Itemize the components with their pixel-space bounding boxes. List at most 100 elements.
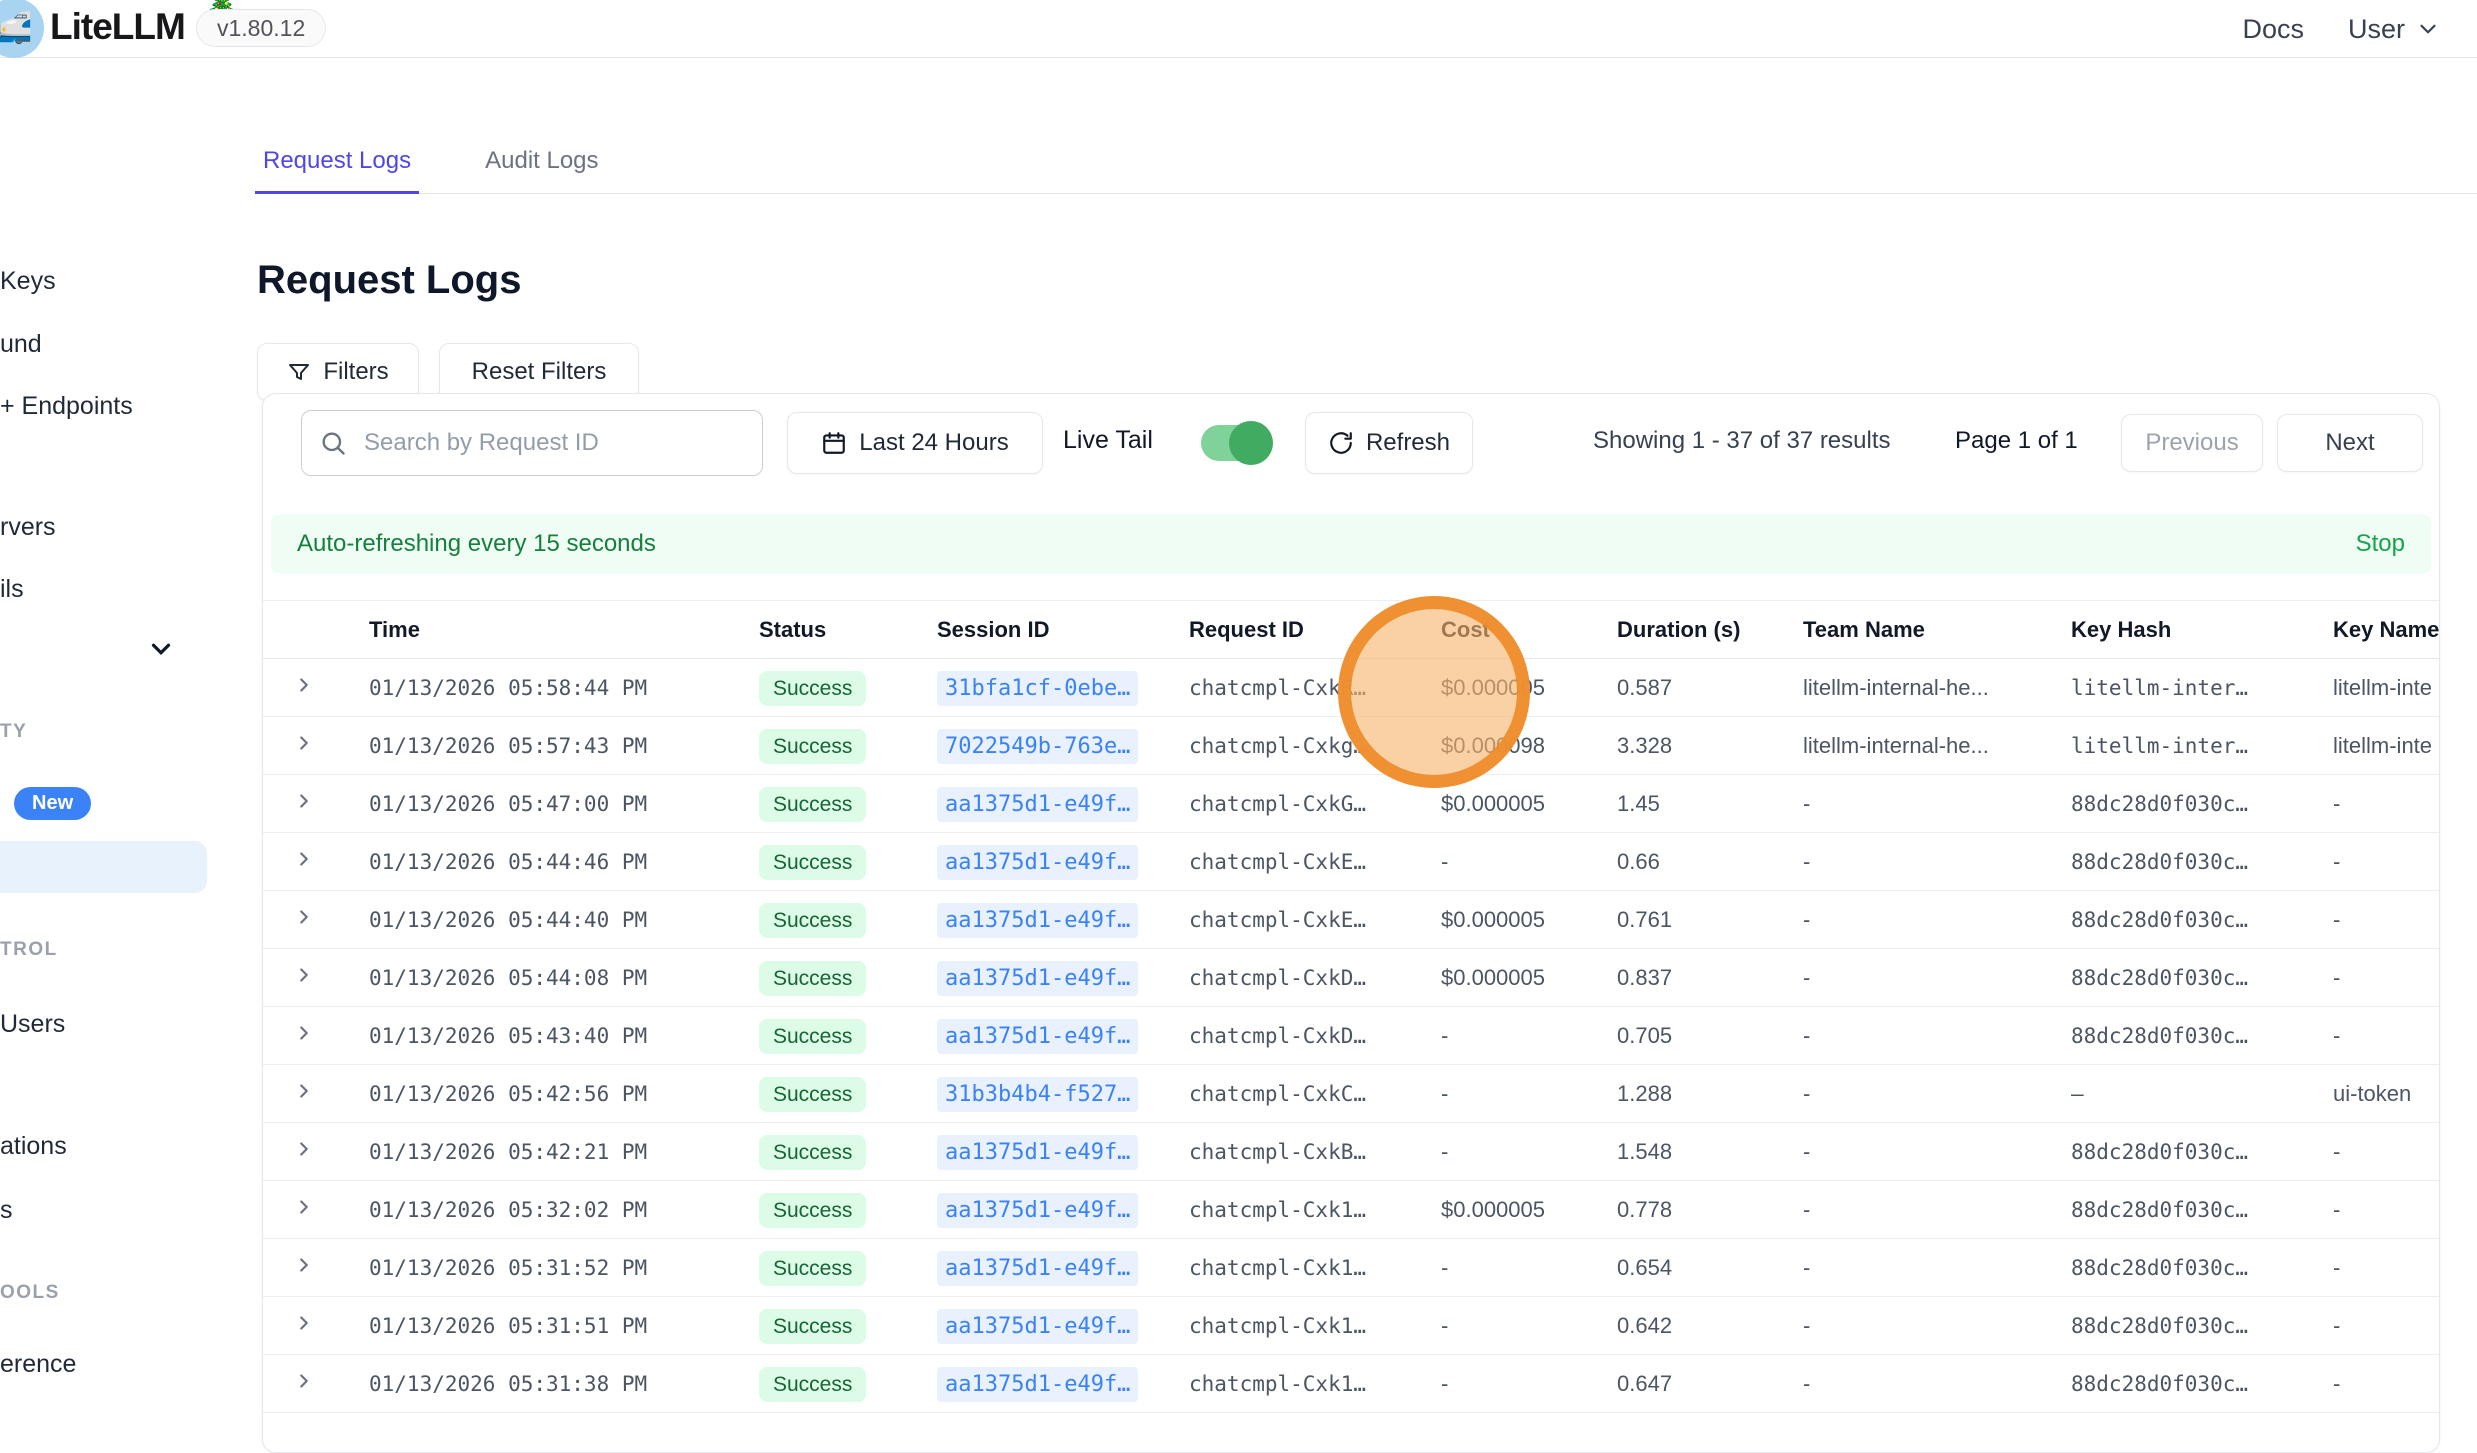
sidebar-item-internal-users[interactable]: Users [0, 1010, 65, 1039]
expand-row-icon[interactable] [293, 964, 315, 992]
cost-cell: - [1425, 833, 1601, 891]
session-id-link[interactable]: aa1375d1-e49f… [937, 1135, 1138, 1170]
docs-link[interactable]: Docs [2242, 14, 2304, 45]
live-tail-toggle[interactable] [1201, 425, 1269, 461]
session-id-link[interactable]: aa1375d1-e49f… [937, 1251, 1138, 1286]
table-row[interactable]: 01/13/2026 05:44:08 PM Success aa1375d1-… [263, 949, 2439, 1007]
request-id-cell: chatcmpl-CxkE… [1173, 891, 1425, 949]
time-cell: 01/13/2026 05:31:38 PM [353, 1355, 743, 1413]
key-name-cell: - [2317, 1239, 2439, 1297]
sidebar-section-tools: OOLS [0, 1282, 60, 1304]
sidebar-item-guardrails[interactable]: ils [0, 575, 24, 604]
expand-row-icon[interactable] [293, 1138, 315, 1166]
expand-row-icon[interactable] [293, 1196, 315, 1224]
expand-row-icon[interactable] [293, 732, 315, 760]
session-id-link[interactable]: aa1375d1-e49f… [937, 903, 1138, 938]
key-name-cell: - [2317, 949, 2439, 1007]
results-summary: Showing 1 - 37 of 37 results [1593, 427, 1891, 455]
table-row[interactable]: 01/13/2026 05:31:51 PM Success aa1375d1-… [263, 1297, 2439, 1355]
request-id-cell: chatcmpl-CxkE… [1173, 833, 1425, 891]
table-row[interactable]: 01/13/2026 05:31:38 PM Success aa1375d1-… [263, 1355, 2439, 1413]
expand-row-icon[interactable] [293, 1080, 315, 1108]
key-name-cell: litellm-inte [2317, 717, 2439, 775]
team-name-cell: - [1787, 1065, 2055, 1123]
tab-request-logs[interactable]: Request Logs [255, 135, 419, 194]
time-range-button[interactable]: Last 24 Hours [787, 412, 1043, 474]
table-row[interactable]: 01/13/2026 05:47:00 PM Success aa1375d1-… [263, 775, 2439, 833]
session-id-link[interactable]: 7022549b-763e… [937, 729, 1138, 764]
table-row[interactable]: 01/13/2026 05:42:56 PM Success 31b3b4b4-… [263, 1065, 2439, 1123]
session-id-link[interactable]: aa1375d1-e49f… [937, 1019, 1138, 1054]
sidebar-item-logs-active[interactable] [0, 841, 207, 893]
duration-cell: 1.45 [1601, 775, 1787, 833]
expand-row-icon[interactable] [293, 674, 315, 702]
table-row[interactable]: 01/13/2026 05:58:44 PM Success 31bfa1cf-… [263, 659, 2439, 717]
cost-cell: - [1425, 1355, 1601, 1413]
request-id-cell: chatcmpl-Cxk1… [1173, 1297, 1425, 1355]
expand-row-icon[interactable] [293, 906, 315, 934]
session-id-link[interactable]: aa1375d1-e49f… [937, 1309, 1138, 1344]
duration-cell: 0.761 [1601, 891, 1787, 949]
auto-refresh-message: Auto-refreshing every 15 seconds [297, 530, 656, 558]
time-range-label: Last 24 Hours [859, 429, 1008, 457]
search-input[interactable] [301, 410, 763, 476]
expand-row-icon[interactable] [293, 1022, 315, 1050]
app-header: 🚅 LiteLLM 🎄 v1.80.12 Docs User [0, 0, 2477, 58]
table-row[interactable]: 01/13/2026 05:44:40 PM Success aa1375d1-… [263, 891, 2439, 949]
previous-page-button[interactable]: Previous [2121, 414, 2263, 472]
time-cell: 01/13/2026 05:31:51 PM [353, 1297, 743, 1355]
key-hash-cell: 88dc28d0f030c… [2055, 1239, 2317, 1297]
sidebar-item-playground[interactable]: und [0, 330, 42, 359]
expand-row-icon[interactable] [293, 848, 315, 876]
table-row[interactable]: 01/13/2026 05:43:40 PM Success aa1375d1-… [263, 1007, 2439, 1065]
sidebar: Keys und + Endpoints rvers ils TY New TR… [0, 58, 210, 1385]
session-id-link[interactable]: aa1375d1-e49f… [937, 1193, 1138, 1228]
session-id-link[interactable]: 31b3b4b4-f527… [937, 1077, 1138, 1112]
col-time: Time [353, 601, 743, 659]
stop-auto-refresh-button[interactable]: Stop [2356, 530, 2405, 558]
sidebar-item-organizations[interactable]: ations [0, 1132, 67, 1161]
expand-row-icon[interactable] [293, 1254, 315, 1282]
session-id-link[interactable]: 31bfa1cf-0ebe… [937, 671, 1138, 706]
col-duration: Duration (s) [1601, 601, 1787, 659]
session-id-link[interactable]: aa1375d1-e49f… [937, 1367, 1138, 1402]
team-name-cell: - [1787, 1181, 2055, 1239]
request-id-cell: chatcmpl-Cxk1… [1173, 1181, 1425, 1239]
sidebar-item-teams[interactable]: s [0, 1196, 13, 1225]
status-badge: Success [759, 903, 866, 938]
sidebar-chevron-down-icon[interactable] [146, 634, 176, 664]
status-badge: Success [759, 671, 866, 706]
duration-cell: 0.837 [1601, 949, 1787, 1007]
request-id-cell: chatcmpl-CxkD… [1173, 1007, 1425, 1065]
status-badge: Success [759, 1309, 866, 1344]
expand-row-icon[interactable] [293, 1370, 315, 1398]
sidebar-item-mcp-servers[interactable]: rvers [0, 513, 56, 542]
key-hash-cell: – [2055, 1065, 2317, 1123]
cost-cell: - [1425, 1065, 1601, 1123]
table-row[interactable]: 01/13/2026 05:44:46 PM Success aa1375d1-… [263, 833, 2439, 891]
next-page-button[interactable]: Next [2277, 414, 2423, 472]
table-row[interactable]: 01/13/2026 05:31:52 PM Success aa1375d1-… [263, 1239, 2439, 1297]
table-row[interactable]: 01/13/2026 05:57:43 PM Success 7022549b-… [263, 717, 2439, 775]
status-badge: Success [759, 845, 866, 880]
session-id-link[interactable]: aa1375d1-e49f… [937, 845, 1138, 880]
expand-row-icon[interactable] [293, 790, 315, 818]
expand-row-icon[interactable] [293, 1312, 315, 1340]
time-cell: 01/13/2026 05:32:02 PM [353, 1181, 743, 1239]
table-row[interactable]: 01/13/2026 05:32:02 PM Success aa1375d1-… [263, 1181, 2439, 1239]
table-row[interactable]: 01/13/2026 05:42:21 PM Success aa1375d1-… [263, 1123, 2439, 1181]
session-id-link[interactable]: aa1375d1-e49f… [937, 787, 1138, 822]
team-name-cell: - [1787, 833, 2055, 891]
reset-filters-label: Reset Filters [472, 358, 607, 386]
sidebar-item-api-reference[interactable]: erence [0, 1350, 76, 1379]
user-menu[interactable]: User [2348, 14, 2441, 45]
key-hash-cell: litellm-inter… [2055, 659, 2317, 717]
cost-cell: $0.000098 [1425, 717, 1601, 775]
sidebar-item-virtual-keys[interactable]: Keys [0, 267, 56, 296]
status-badge: Success [759, 1367, 866, 1402]
tab-audit-logs[interactable]: Audit Logs [477, 135, 606, 193]
toggle-knob [1229, 421, 1273, 465]
session-id-link[interactable]: aa1375d1-e49f… [937, 961, 1138, 996]
refresh-button[interactable]: Refresh [1305, 412, 1473, 474]
sidebar-item-models-endpoints[interactable]: + Endpoints [0, 392, 133, 421]
